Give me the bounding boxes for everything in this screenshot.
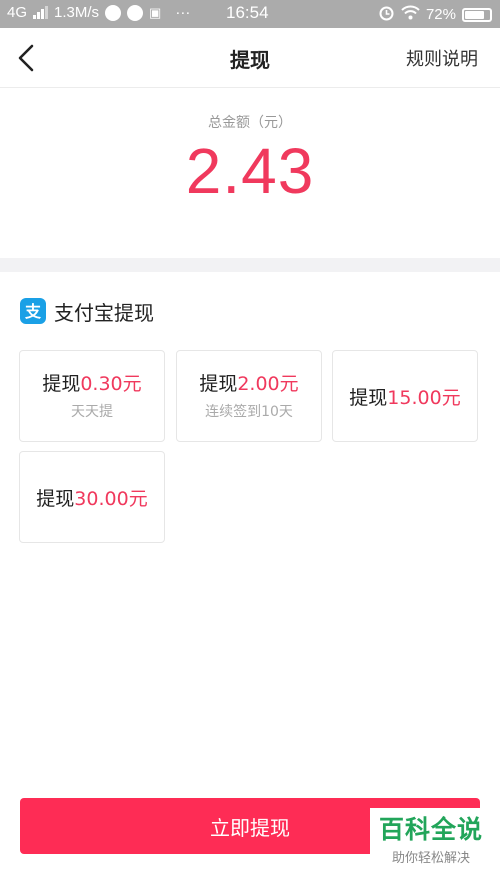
option-prefix: 提现 [42,373,81,395]
option-amount: 0.30元 [80,373,142,395]
network-type: 4G [7,4,28,21]
withdraw-option-30-00[interactable]: 提现30.00元 [19,451,165,543]
notification-icon: ▣ [149,4,162,20]
alipay-section-header: 支 支付宝提现 [20,296,154,326]
svg-text:支: 支 [24,302,42,321]
watermark-logo: 百科全说 助你轻松解决 [370,808,492,866]
status-bar: 4G 1.3M/s ▣ ··· 16:54 72% [0,0,500,28]
option-label: 提现15.00元 [333,383,477,410]
withdraw-option-2-00[interactable]: 提现2.00元 连续签到10天 [176,350,322,442]
clock: 16:54 [226,3,269,22]
app-notification-icon [127,4,144,21]
option-note: 天天提 [71,404,113,420]
balance-amount: 2.43 [185,135,315,207]
withdraw-option-15-00[interactable]: 提现15.00元 [332,350,478,442]
signal-icon [33,6,49,19]
status-right: 72% [378,4,492,25]
option-amount: 15.00元 [387,387,461,409]
option-note: 连续签到10天 [205,404,293,420]
option-label: 提现30.00元 [20,484,164,511]
battery-percent: 72% [425,6,456,23]
alarm-icon [378,4,395,25]
watermark-subtitle: 助你轻松解决 [391,851,470,866]
option-amount: 2.00元 [237,373,299,395]
option-prefix: 提现 [349,387,388,409]
withdraw-option-0-30[interactable]: 提现0.30元 天天提 [19,350,165,442]
nav-bar: 提现 规则说明 [0,28,500,88]
network-speed: 1.3M/s [54,4,100,21]
rules-link[interactable]: 规则说明 [406,45,478,71]
option-label: 提现0.30元 [20,369,164,396]
option-prefix: 提现 [199,373,238,395]
battery-icon [462,7,492,22]
alipay-icon: 支 [20,298,46,324]
option-label: 提现2.00元 [177,369,321,396]
balance-panel: 总金额（元） 2.43 [0,88,500,258]
more-dots: ··· [175,4,191,21]
section-divider [0,258,500,272]
balance-label: 总金额（元） [208,115,292,131]
section-title: 支付宝提现 [54,300,154,325]
option-prefix: 提现 [36,488,75,510]
option-amount: 30.00元 [74,488,148,510]
wifi-icon [401,5,420,24]
status-left: 4G 1.3M/s ▣ ··· [7,4,190,21]
watermark-title: 百科全说 [378,815,483,844]
wechat-icon [105,4,122,21]
